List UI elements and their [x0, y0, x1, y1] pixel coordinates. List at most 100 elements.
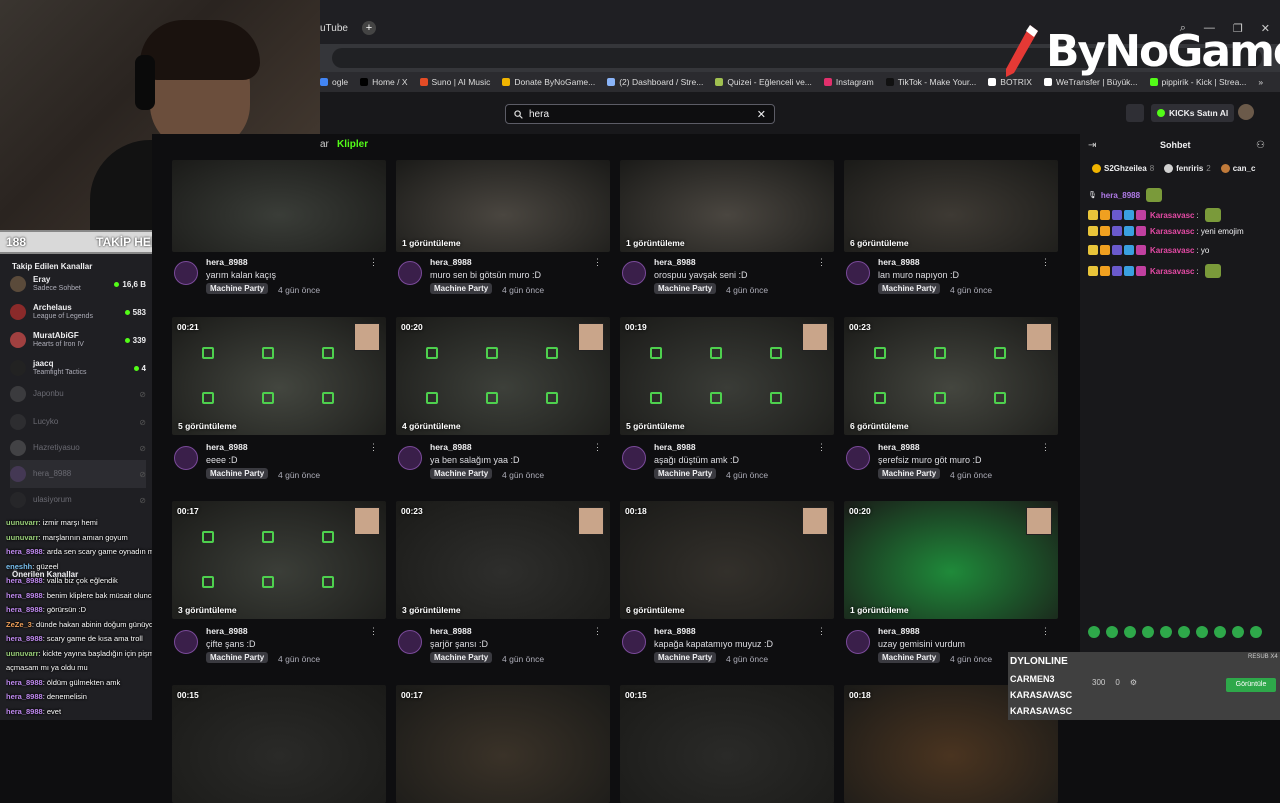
clip-menu-icon[interactable]: ⋮ — [817, 257, 826, 268]
emote-icon[interactable] — [1124, 626, 1136, 638]
chat-username[interactable]: Karasavasc — [1150, 211, 1194, 220]
emote-icon[interactable] — [1178, 626, 1190, 638]
sidebar-channel[interactable]: Japonbu ⊘ — [10, 380, 146, 408]
clip-creator[interactable]: hera_8988 — [206, 626, 248, 636]
clip-menu-icon[interactable]: ⋮ — [369, 442, 378, 453]
clip-thumbnail[interactable]: 00:15 — [172, 685, 386, 803]
clip-creator-avatar[interactable] — [622, 261, 646, 285]
user-avatar[interactable] — [1238, 104, 1254, 120]
sidebar-channel[interactable]: hera_8988 ⊘ — [10, 460, 146, 488]
clip-title[interactable]: yarım kalan kaçış — [206, 270, 276, 280]
clip-creator[interactable]: hera_8988 — [878, 257, 920, 267]
clip-thumbnail[interactable]: 00:21 5 görüntüleme — [172, 317, 386, 435]
clip-title[interactable]: şarjör şansı :D — [430, 639, 488, 649]
sidebar-channel[interactable]: jaacq Teamfight Tactics 4 — [10, 354, 146, 382]
emote-icon[interactable] — [1142, 626, 1154, 638]
bookmark-item[interactable]: (2) Dashboard / Stre... — [607, 77, 703, 87]
clip-creator-avatar[interactable] — [174, 446, 198, 470]
new-tab-button[interactable]: + — [361, 21, 376, 35]
emote-icon[interactable] — [1196, 626, 1208, 638]
clip-menu-icon[interactable]: ⋮ — [1041, 442, 1050, 453]
clip-creator[interactable]: hera_8988 — [430, 257, 472, 267]
bookmark-item[interactable]: Home / X — [360, 77, 408, 87]
clip-thumbnail[interactable]: 00:17 — [396, 685, 610, 803]
clip-creator[interactable]: hera_8988 — [206, 257, 248, 267]
emote-icon[interactable] — [1088, 626, 1100, 638]
chat-username[interactable]: Karasavasc — [1150, 246, 1194, 255]
clip-title[interactable]: orospuu yavşak seni :D — [654, 270, 748, 280]
clip-menu-icon[interactable]: ⋮ — [817, 442, 826, 453]
clip-title[interactable]: kapağa kapatamıyo muyuz :D — [654, 639, 773, 649]
clip-title[interactable]: çifte şans :D — [206, 639, 256, 649]
clip-creator-avatar[interactable] — [846, 261, 870, 285]
clip-creator[interactable]: hera_8988 — [878, 442, 920, 452]
emote-bar[interactable] — [1088, 626, 1262, 638]
clip-creator[interactable]: hera_8988 — [654, 442, 696, 452]
search-input[interactable]: hera ✕ — [505, 104, 775, 124]
clip-creator[interactable]: hera_8988 — [654, 257, 696, 267]
clip-creator-avatar[interactable] — [846, 630, 870, 654]
clip-creator[interactable]: hera_8988 — [654, 626, 696, 636]
clip-thumbnail[interactable]: 00:15 — [620, 685, 834, 803]
clip-title[interactable]: eeee :D — [206, 455, 238, 465]
clip-thumbnail[interactable]: 00:20 1 görüntüleme — [844, 501, 1058, 619]
sidebar-channel[interactable]: ulasiyorum ⊘ — [10, 486, 146, 514]
clip-creator[interactable]: hera_8988 — [430, 626, 472, 636]
emote-icon[interactable] — [1160, 626, 1172, 638]
clip-title[interactable]: ya ben salağım yaa :D — [430, 455, 520, 465]
sidebar-channel[interactable]: Lucyko ⊘ — [10, 408, 146, 436]
sidebar-channel[interactable]: MuratAbiGF Hearts of Iron IV 339 — [10, 326, 146, 354]
clip-creator-avatar[interactable] — [174, 630, 198, 654]
clip-thumbnail[interactable]: 00:17 3 görüntüleme — [172, 501, 386, 619]
clip-title[interactable]: uzay gemisini vurdum — [878, 639, 965, 649]
emote-icon[interactable] — [1250, 626, 1262, 638]
clip-title[interactable]: aşağı düştüm amk :D — [654, 455, 739, 465]
library-icon[interactable] — [1126, 104, 1144, 122]
tab-clips[interactable]: Klipler — [337, 139, 368, 150]
sidebar-channel[interactable]: Eray Sadece Sohbet 16,6 B — [10, 270, 146, 298]
clip-category[interactable]: Machine Party — [206, 468, 269, 479]
settings-icon[interactable]: ⚙ — [1130, 678, 1137, 687]
buy-kicks-button[interactable]: KICKs Satın Al — [1151, 104, 1235, 122]
clip-creator-avatar[interactable] — [622, 446, 646, 470]
chat-users-icon[interactable]: ⚇ — [1256, 140, 1265, 151]
clip-title[interactable]: şerefsiz muro göt muro :D — [878, 455, 982, 465]
clip-category[interactable]: Machine Party — [878, 652, 941, 663]
clip-creator-avatar[interactable] — [398, 630, 422, 654]
clip-creator-avatar[interactable] — [398, 261, 422, 285]
clip-title[interactable]: lan muro napıyon :D — [878, 270, 959, 280]
clip-creator[interactable]: hera_8988 — [206, 442, 248, 452]
clip-thumbnail[interactable]: 00:23 6 görüntüleme — [844, 317, 1058, 435]
chat-username[interactable]: Karasavasc — [1150, 267, 1194, 276]
clip-thumbnail[interactable]: 1 görüntüleme — [396, 160, 610, 252]
emote-icon[interactable] — [1214, 626, 1226, 638]
clip-category[interactable]: Machine Party — [430, 283, 493, 294]
clip-creator-avatar[interactable] — [622, 630, 646, 654]
clip-thumbnail[interactable]: 00:19 5 görüntüleme — [620, 317, 834, 435]
clip-creator-avatar[interactable] — [846, 446, 870, 470]
clip-thumbnail[interactable] — [172, 160, 386, 252]
view-button[interactable]: Görüntüle — [1226, 678, 1276, 692]
clip-category[interactable]: Machine Party — [206, 283, 269, 294]
emote-icon[interactable] — [1232, 626, 1244, 638]
clip-category[interactable]: Machine Party — [654, 652, 717, 663]
clip-category[interactable]: Machine Party — [430, 652, 493, 663]
clip-creator[interactable]: hera_8988 — [430, 442, 472, 452]
clip-creator[interactable]: hera_8988 — [878, 626, 920, 636]
clip-menu-icon[interactable]: ⋮ — [369, 626, 378, 637]
clip-menu-icon[interactable]: ⋮ — [369, 257, 378, 268]
clip-title[interactable]: muro sen bi götsün muro :D — [430, 270, 541, 280]
clip-creator-avatar[interactable] — [398, 446, 422, 470]
clip-menu-icon[interactable]: ⋮ — [593, 257, 602, 268]
clip-category[interactable]: Machine Party — [878, 283, 941, 294]
clip-creator-avatar[interactable] — [174, 261, 198, 285]
bookmark-item[interactable]: ogle — [320, 77, 348, 87]
clip-menu-icon[interactable]: ⋮ — [1041, 257, 1050, 268]
clip-category[interactable]: Machine Party — [430, 468, 493, 479]
clip-thumbnail[interactable]: 1 görüntüleme — [620, 160, 834, 252]
browser-tab[interactable]: uTube — [320, 23, 348, 34]
clip-thumbnail[interactable]: 6 görüntüleme — [844, 160, 1058, 252]
bookmark-item[interactable]: Donate ByNoGame... — [502, 77, 595, 87]
clip-category[interactable]: Machine Party — [878, 468, 941, 479]
bookmark-item[interactable]: TikTok - Make Your... — [885, 77, 976, 87]
